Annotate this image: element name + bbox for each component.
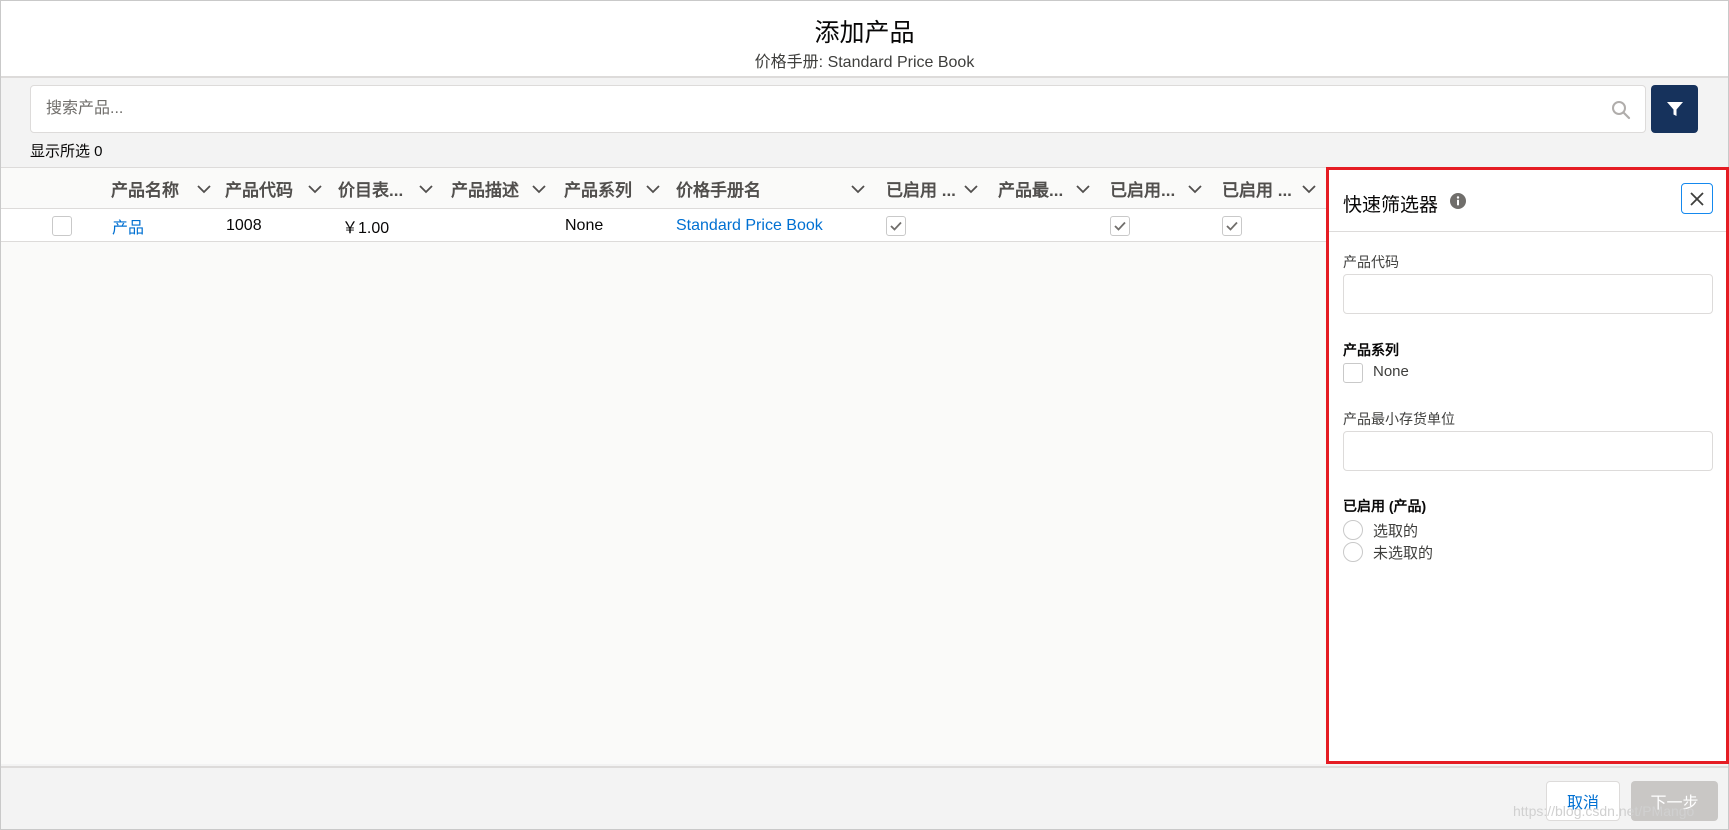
column-header[interactable]: 已启用 ...: [886, 168, 983, 209]
product-family-cell: None: [565, 216, 604, 234]
pricebook-link[interactable]: Standard Price Book: [676, 209, 823, 242]
quick-filter-title: 快速筛选器: [1343, 195, 1439, 216]
quick-filter-header: 快速筛选器: [1329, 170, 1726, 232]
column-label: 产品代码: [225, 181, 293, 200]
column-label: 已启用 ...: [1222, 181, 1292, 200]
filter-button[interactable]: [1651, 85, 1698, 133]
column-label: 已启用...: [1110, 181, 1176, 200]
column-header[interactable]: 产品名称: [111, 168, 216, 209]
column-label: 产品描述: [451, 181, 519, 200]
active-cell: [886, 209, 906, 242]
column-label: 价目表...: [338, 181, 404, 200]
family-none-label: None: [1373, 363, 1409, 380]
product-code-label: 产品代码: [1343, 254, 1399, 270]
column-header[interactable]: 产品最...: [998, 168, 1095, 209]
table-row: 产品 1008 ￥1.00 None Standard Price Book: [1, 209, 1326, 242]
price-cell: ￥1.00: [342, 219, 390, 237]
watermark-text: https://blog.csdn.net/PMango: [1513, 803, 1695, 819]
active-checkbox: [1222, 215, 1242, 236]
row-select-checkbox[interactable]: [52, 215, 72, 236]
column-header[interactable]: 产品系列: [564, 168, 665, 209]
chevron-down-icon[interactable]: [963, 181, 979, 197]
show-selected-link[interactable]: 显示所选 0: [30, 140, 103, 161]
column-header[interactable]: 价格手册名: [676, 168, 870, 209]
chevron-down-icon[interactable]: [307, 181, 323, 197]
modal-header: 添加产品 价格手册: Standard Price Book: [1, 1, 1728, 78]
chevron-down-icon[interactable]: [645, 181, 661, 197]
active-checkbox: [1110, 215, 1130, 236]
column-label: 已启用 ...: [886, 181, 956, 200]
family-none-checkbox[interactable]: [1343, 363, 1363, 383]
active-checkbox: [886, 215, 906, 236]
search-input[interactable]: [31, 86, 1645, 132]
column-header[interactable]: 产品描述: [451, 168, 551, 209]
modal-subtitle: 价格手册: Standard Price Book: [754, 54, 975, 71]
search-icon: [1612, 101, 1631, 120]
active-unselected-radio[interactable]: [1343, 542, 1363, 562]
min-sku-input[interactable]: [1343, 431, 1713, 471]
column-header[interactable]: 已启用 ...: [1222, 168, 1321, 209]
active-selected-radio[interactable]: [1343, 520, 1363, 540]
column-header[interactable]: 产品代码: [225, 168, 327, 209]
column-header[interactable]: 已启用...: [1110, 168, 1207, 209]
info-icon[interactable]: [1450, 193, 1466, 209]
chevron-down-icon[interactable]: [1187, 181, 1203, 197]
active-product-label: 已启用 (产品): [1343, 498, 1427, 514]
chevron-down-icon[interactable]: [1075, 181, 1091, 197]
chevron-down-icon[interactable]: [531, 181, 547, 197]
chevron-down-icon[interactable]: [418, 181, 434, 197]
active-selected-label: 选取的: [1373, 523, 1419, 540]
close-filter-button[interactable]: [1681, 183, 1713, 214]
row-select-cell: [52, 209, 72, 242]
filter-icon: [1666, 102, 1683, 116]
chevron-down-icon[interactable]: [196, 181, 212, 197]
table-header: 产品名称 产品代码 价目表... 产品描述 产品系列 价格手册名 已启用 ...…: [1, 168, 1326, 209]
column-header[interactable]: 价目表...: [338, 168, 438, 209]
product-code-input[interactable]: [1343, 274, 1713, 314]
column-label: 产品名称: [111, 181, 179, 200]
checkmark-icon: [1114, 221, 1126, 231]
column-label: 产品系列: [564, 181, 632, 200]
close-icon: [1690, 191, 1704, 206]
active-cell: [1222, 209, 1242, 242]
product-table: 产品名称 产品代码 价目表... 产品描述 产品系列 价格手册名 已启用 ...…: [1, 167, 1326, 764]
chevron-down-icon[interactable]: [1301, 181, 1317, 197]
active-cell: [1110, 209, 1130, 242]
search-box: [30, 85, 1646, 133]
quick-filter-panel: 快速筛选器 产品代码 产品系列 None 产品最小存货单位 已启用 (产品) 选…: [1326, 167, 1729, 764]
add-product-modal: 添加产品 价格手册: Standard Price Book 显示所选 0 产品…: [0, 0, 1729, 830]
checkmark-icon: [1226, 221, 1238, 231]
chevron-down-icon[interactable]: [850, 181, 866, 197]
min-sku-label: 产品最小存货单位: [1343, 411, 1455, 427]
product-code-cell: 1008: [226, 216, 262, 234]
checkmark-icon: [890, 221, 902, 231]
active-unselected-label: 未选取的: [1373, 545, 1434, 562]
product-name-link[interactable]: 产品: [112, 209, 144, 242]
modal-footer: 取消 下一步: [1, 766, 1728, 829]
product-family-label: 产品系列: [1343, 342, 1399, 358]
column-label: 价格手册名: [676, 181, 761, 200]
column-label: 产品最...: [998, 181, 1064, 200]
modal-title: 添加产品: [814, 19, 915, 47]
